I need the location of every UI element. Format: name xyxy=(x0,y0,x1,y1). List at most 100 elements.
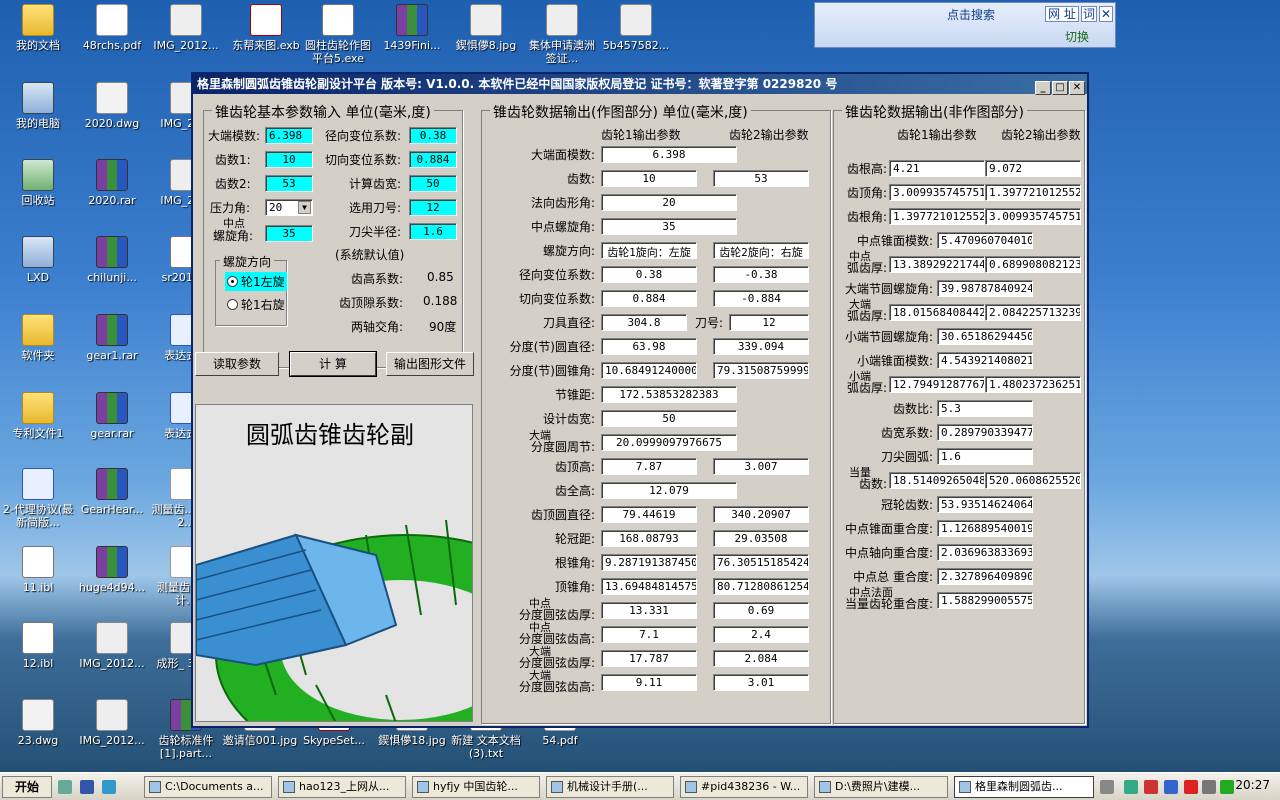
volume-icon[interactable] xyxy=(1202,780,1216,794)
gear1-value-field[interactable]: 63.98 xyxy=(601,338,697,355)
gear1-value-field[interactable]: 9.2871913874506 xyxy=(601,554,697,571)
gear1-value-field[interactable]: 79.44619 xyxy=(601,506,697,523)
taskbar-item[interactable]: hyfjy 中国齿轮... xyxy=(412,776,540,798)
desktop-icon[interactable]: 集体申请澳洲签证... xyxy=(524,4,600,68)
desktop-icon[interactable]: 回收站 xyxy=(0,159,76,223)
desktop-icon[interactable]: 12.ibl xyxy=(0,622,76,686)
gear1-value-field[interactable]: 53.935146240647 xyxy=(937,496,1033,513)
desktop-icon[interactable]: 我的文档 xyxy=(0,4,76,68)
gear2-value-field[interactable]: 80.712808612549 xyxy=(713,578,809,595)
close-icon[interactable]: ✕ xyxy=(1099,6,1113,22)
gear2-value-field[interactable]: 79.315087599997 xyxy=(713,362,809,379)
gear1-value-field[interactable]: 12.794912877679 xyxy=(889,376,985,393)
desktop-icon[interactable]: 软件夹 xyxy=(0,314,76,378)
direction-right-radio[interactable]: 轮1右旋 xyxy=(227,296,285,313)
shield-icon[interactable] xyxy=(1220,780,1234,794)
start-button[interactable]: 开始 xyxy=(2,776,52,798)
keyboard-icon[interactable] xyxy=(1100,780,1114,794)
gear2-value-field[interactable]: 2.084 xyxy=(713,650,809,667)
gear1-value-field[interactable]: 35 xyxy=(601,218,737,235)
read-params-button[interactable]: 读取参数 xyxy=(195,352,279,376)
quicklaunch-icon-2[interactable] xyxy=(80,780,94,794)
gear2-value-field[interactable]: 0.69 xyxy=(713,602,809,619)
gear1-value-field[interactable]: 7.87 xyxy=(601,458,697,475)
gear2-value-field[interactable]: -0.884 xyxy=(713,290,809,307)
gear1-value-field[interactable]: 1.5882990055757 xyxy=(937,592,1033,609)
gear2-value-field[interactable]: 520.06086255205 xyxy=(985,472,1081,489)
calc-width-input[interactable]: 50 xyxy=(409,175,457,192)
gear1-value-field[interactable]: 0.884 xyxy=(601,290,697,307)
search-link[interactable]: 点击搜索 xyxy=(947,6,995,23)
gear1-value-field[interactable]: 13.331 xyxy=(601,602,697,619)
desktop-icon[interactable]: 圆柱齿轮作图平台5.exe xyxy=(300,4,376,68)
gear1-value-field[interactable]: 17.787 xyxy=(601,650,697,667)
gear1-value-field[interactable]: 13.389292217447 xyxy=(889,256,985,273)
gear1-value-field[interactable]: 0.2897903394776 xyxy=(937,424,1033,441)
gear2-value-field[interactable]: -0.38 xyxy=(713,266,809,283)
gear1-value-field[interactable]: 9.11 xyxy=(601,674,697,691)
gear2-value-field[interactable]: 2.4 xyxy=(713,626,809,643)
gear2-value-field[interactable]: 12 xyxy=(729,314,809,331)
gear1-value-field[interactable]: 20 xyxy=(601,194,737,211)
module-input[interactable]: 6.398 xyxy=(265,127,313,144)
direction-left-radio[interactable]: 轮1左旋 xyxy=(225,272,287,291)
taskbar-item[interactable]: hao123_上网从... xyxy=(278,776,406,798)
desktop-icon[interactable]: 1439Fini... xyxy=(374,4,450,68)
gear1-value-field[interactable]: 172.53853282383 xyxy=(601,386,737,403)
word-button[interactable]: 词 xyxy=(1081,6,1097,22)
desktop-icon[interactable]: huge4d94... xyxy=(74,546,150,610)
z2-input[interactable]: 53 xyxy=(265,175,313,192)
url-button[interactable]: 网 址 xyxy=(1045,6,1079,22)
desktop-icon[interactable]: 鍥惧儚8.jpg xyxy=(448,4,524,68)
gear1-value-field[interactable]: 10 xyxy=(601,170,697,187)
desktop-icon[interactable]: LXD xyxy=(0,236,76,300)
desktop-icon[interactable]: gear1.rar xyxy=(74,314,150,378)
desktop-icon[interactable]: chilunji... xyxy=(74,236,150,300)
gear2-value-field[interactable]: 2.0842257132392 xyxy=(985,304,1081,321)
quicklaunch-icon-1[interactable] xyxy=(58,780,72,794)
desktop-icon[interactable]: GearHear... xyxy=(74,468,150,532)
desktop-icon[interactable]: IMG_2012... xyxy=(74,699,150,763)
calculate-button[interactable]: 计 算 xyxy=(289,351,377,377)
tangent-shift-input[interactable]: 0.884 xyxy=(409,151,457,168)
gear2-value-field[interactable]: 3.01 xyxy=(713,674,809,691)
desktop-icon[interactable]: 专利文件1 xyxy=(0,392,76,456)
close-window-icon[interactable]: ✕ xyxy=(1069,81,1085,95)
taskbar-item[interactable]: D:\费照片\建模... xyxy=(814,776,948,798)
gear2-value-field[interactable]: 53 xyxy=(713,170,809,187)
security-icon[interactable] xyxy=(1144,780,1158,794)
gear1-value-field[interactable]: 20.0999097976675 xyxy=(601,434,737,451)
quicklaunch-icon-3[interactable] xyxy=(102,780,116,794)
tip-radius-input[interactable]: 1.6 xyxy=(409,223,457,240)
gear1-value-field[interactable]: 50 xyxy=(601,410,737,427)
desktop-icon[interactable]: 48rchs.pdf xyxy=(74,4,150,68)
switch-link[interactable]: 切换 xyxy=(1065,28,1089,45)
gear2-value-field[interactable]: 0.6899080821238 xyxy=(985,256,1081,273)
desktop-icon[interactable]: IMG_2012... xyxy=(74,622,150,686)
input-method-icon[interactable] xyxy=(1184,780,1198,794)
spiral-input[interactable]: 35 xyxy=(265,225,313,242)
gear1-value-field[interactable]: 6.398 xyxy=(601,146,737,163)
desktop-icon[interactable]: 我的电脑 xyxy=(0,82,76,146)
title-bar[interactable]: 格里森制圆弧齿锥齿轮副设计平台 版本号: V1.0.0. 本软件已经中国国家版权… xyxy=(193,74,1087,95)
gear1-value-field[interactable]: 304.8 xyxy=(601,314,687,331)
desktop-icon[interactable]: 11.ibl xyxy=(0,546,76,610)
gear1-value-field[interactable]: 4.5439214080217 xyxy=(937,352,1033,369)
gear2-value-field[interactable]: 76.305151854245 xyxy=(713,554,809,571)
desktop-icon[interactable]: 2020.dwg xyxy=(74,82,150,146)
network-icon[interactable] xyxy=(1124,780,1138,794)
gear2-value-field[interactable]: 9.072 xyxy=(985,160,1081,177)
desktop-icon[interactable]: IMG_2012... xyxy=(148,4,224,68)
gear1-value-field[interactable]: 4.21 xyxy=(889,160,985,177)
gear1-value-field[interactable]: 39.987878409243 xyxy=(937,280,1033,297)
gear1-value-field[interactable]: 1.1268895400192 xyxy=(937,520,1033,537)
minimize-icon[interactable]: _ xyxy=(1035,81,1051,95)
gear1-value-field[interactable]: 1.6 xyxy=(937,448,1033,465)
gear1-value-field[interactable]: 18.514092650482 xyxy=(889,472,985,489)
desktop-icon[interactable]: gear.rar xyxy=(74,392,150,456)
gear1-value-field[interactable]: 5.4709607040108 xyxy=(937,232,1033,249)
gear1-value-field[interactable]: 3.0099357457514 xyxy=(889,184,985,201)
desktop-icon[interactable]: 2020.rar xyxy=(74,159,150,223)
gear1-value-field[interactable]: 12.079 xyxy=(601,482,737,499)
gear2-value-field[interactable]: 1.4802372362515 xyxy=(985,376,1081,393)
